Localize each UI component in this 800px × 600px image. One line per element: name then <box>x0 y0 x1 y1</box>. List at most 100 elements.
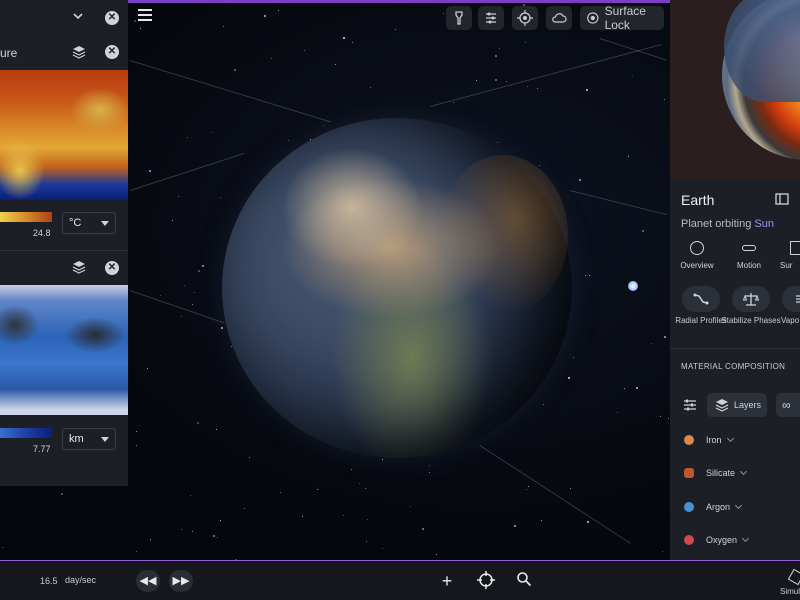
planet-cutaway-view[interactable] <box>670 0 800 180</box>
sim-speed-value[interactable]: 16.5 <box>40 576 58 586</box>
star <box>382 459 383 460</box>
layers-icon[interactable] <box>72 260 86 274</box>
chevron-down-icon <box>734 501 743 509</box>
material-name: Argon <box>706 502 731 512</box>
tab-surface[interactable]: Sur <box>780 241 800 270</box>
layers-icon[interactable] <box>72 45 86 59</box>
plus-icon: + <box>441 571 453 591</box>
search-button[interactable] <box>513 570 535 592</box>
star <box>443 13 444 14</box>
star <box>668 418 669 419</box>
filter-sliders-icon[interactable] <box>683 398 697 412</box>
surface-icon <box>790 241 800 255</box>
object-title: Earth <box>681 192 715 208</box>
layers-label: Layers <box>733 400 761 410</box>
star <box>249 457 250 458</box>
material-row-argon[interactable]: Argon <box>684 501 743 512</box>
star <box>543 404 544 405</box>
target-globe-button[interactable] <box>512 6 538 30</box>
star <box>664 336 666 338</box>
cloud-button[interactable] <box>546 6 572 30</box>
star <box>499 48 500 49</box>
star <box>147 368 148 369</box>
add-button[interactable]: + <box>436 570 458 592</box>
star <box>302 516 303 517</box>
star <box>497 142 498 143</box>
material-row-oxygen[interactable]: Oxygen <box>684 534 750 545</box>
stabilize-phases-label: Stabilize Phases <box>721 316 781 325</box>
focus-target-button[interactable] <box>475 570 497 592</box>
material-row-iron[interactable]: Iron <box>684 434 734 445</box>
surface-lock-button[interactable]: Surface Lock <box>580 4 664 32</box>
tab-motion-label: Motion <box>736 261 761 270</box>
panel-toggle-icon[interactable] <box>775 193 789 205</box>
close-panel-icon[interactable]: ✕ <box>105 11 119 25</box>
star <box>527 86 528 87</box>
sliders-button[interactable] <box>478 6 504 30</box>
moon[interactable] <box>628 281 638 291</box>
star <box>192 304 193 305</box>
temperature-layer-title: ure <box>0 46 18 60</box>
star <box>187 137 188 138</box>
sim-speed-unit: day/sec <box>65 575 97 585</box>
silicate-icon <box>684 468 694 478</box>
star <box>244 508 245 509</box>
vapor-button[interactable] <box>782 286 800 312</box>
chevron-down-icon <box>741 534 750 542</box>
star <box>184 285 185 286</box>
vapor-label: Vapo <box>781 316 800 325</box>
star <box>343 515 344 516</box>
temperature-unit-select[interactable]: °C <box>62 212 116 234</box>
tab-overview[interactable]: Overview <box>672 241 722 270</box>
star <box>216 429 217 430</box>
star <box>271 58 272 59</box>
star <box>365 488 366 489</box>
depth-unit-select[interactable]: km <box>62 428 116 450</box>
star <box>181 316 182 317</box>
star <box>178 196 179 197</box>
close-layer-icon[interactable]: ✕ <box>105 261 119 275</box>
stabilize-phases-button[interactable] <box>732 286 770 312</box>
star <box>410 506 411 507</box>
balance-scale-icon <box>743 293 759 306</box>
star <box>586 89 588 91</box>
argon-icon <box>684 502 694 512</box>
parent-body-link[interactable]: Sun <box>754 218 774 230</box>
radial-profiles-button[interactable] <box>682 286 720 312</box>
star <box>223 26 224 27</box>
star <box>136 431 137 432</box>
star <box>149 170 151 172</box>
star <box>317 489 318 490</box>
flashlight-button[interactable] <box>446 6 472 30</box>
star <box>304 50 305 51</box>
fast-forward-button[interactable]: ▶▶ <box>169 570 193 592</box>
simulation-cube-icon[interactable] <box>787 568 800 586</box>
temperature-legend-bar <box>0 212 52 222</box>
star <box>453 102 454 103</box>
layers-icon <box>715 399 729 412</box>
rewind-button[interactable]: ◀◀ <box>136 570 160 592</box>
star <box>61 493 63 495</box>
oxygen-icon <box>684 535 694 545</box>
collapse-chevron-icon[interactable] <box>72 10 84 24</box>
layers-toggle-button[interactable]: Layers <box>707 393 767 417</box>
star <box>234 69 236 71</box>
menu-icon[interactable] <box>138 9 152 21</box>
star <box>664 99 665 100</box>
star <box>573 357 574 358</box>
circle-icon <box>690 241 704 255</box>
close-layer-icon[interactable]: ✕ <box>105 45 119 59</box>
material-row-silicate[interactable]: Silicate <box>684 467 748 478</box>
star <box>323 125 324 126</box>
star <box>579 179 581 181</box>
star <box>134 20 136 22</box>
city-lights <box>438 155 568 315</box>
subtitle-prefix: Planet orbiting <box>681 218 755 230</box>
star <box>136 551 137 552</box>
star <box>642 230 644 232</box>
tab-motion[interactable]: Motion <box>724 241 774 270</box>
material-name: Oxygen <box>706 535 738 545</box>
star <box>514 525 516 527</box>
loop-button[interactable]: ∞ <box>776 393 800 417</box>
star <box>422 528 424 530</box>
